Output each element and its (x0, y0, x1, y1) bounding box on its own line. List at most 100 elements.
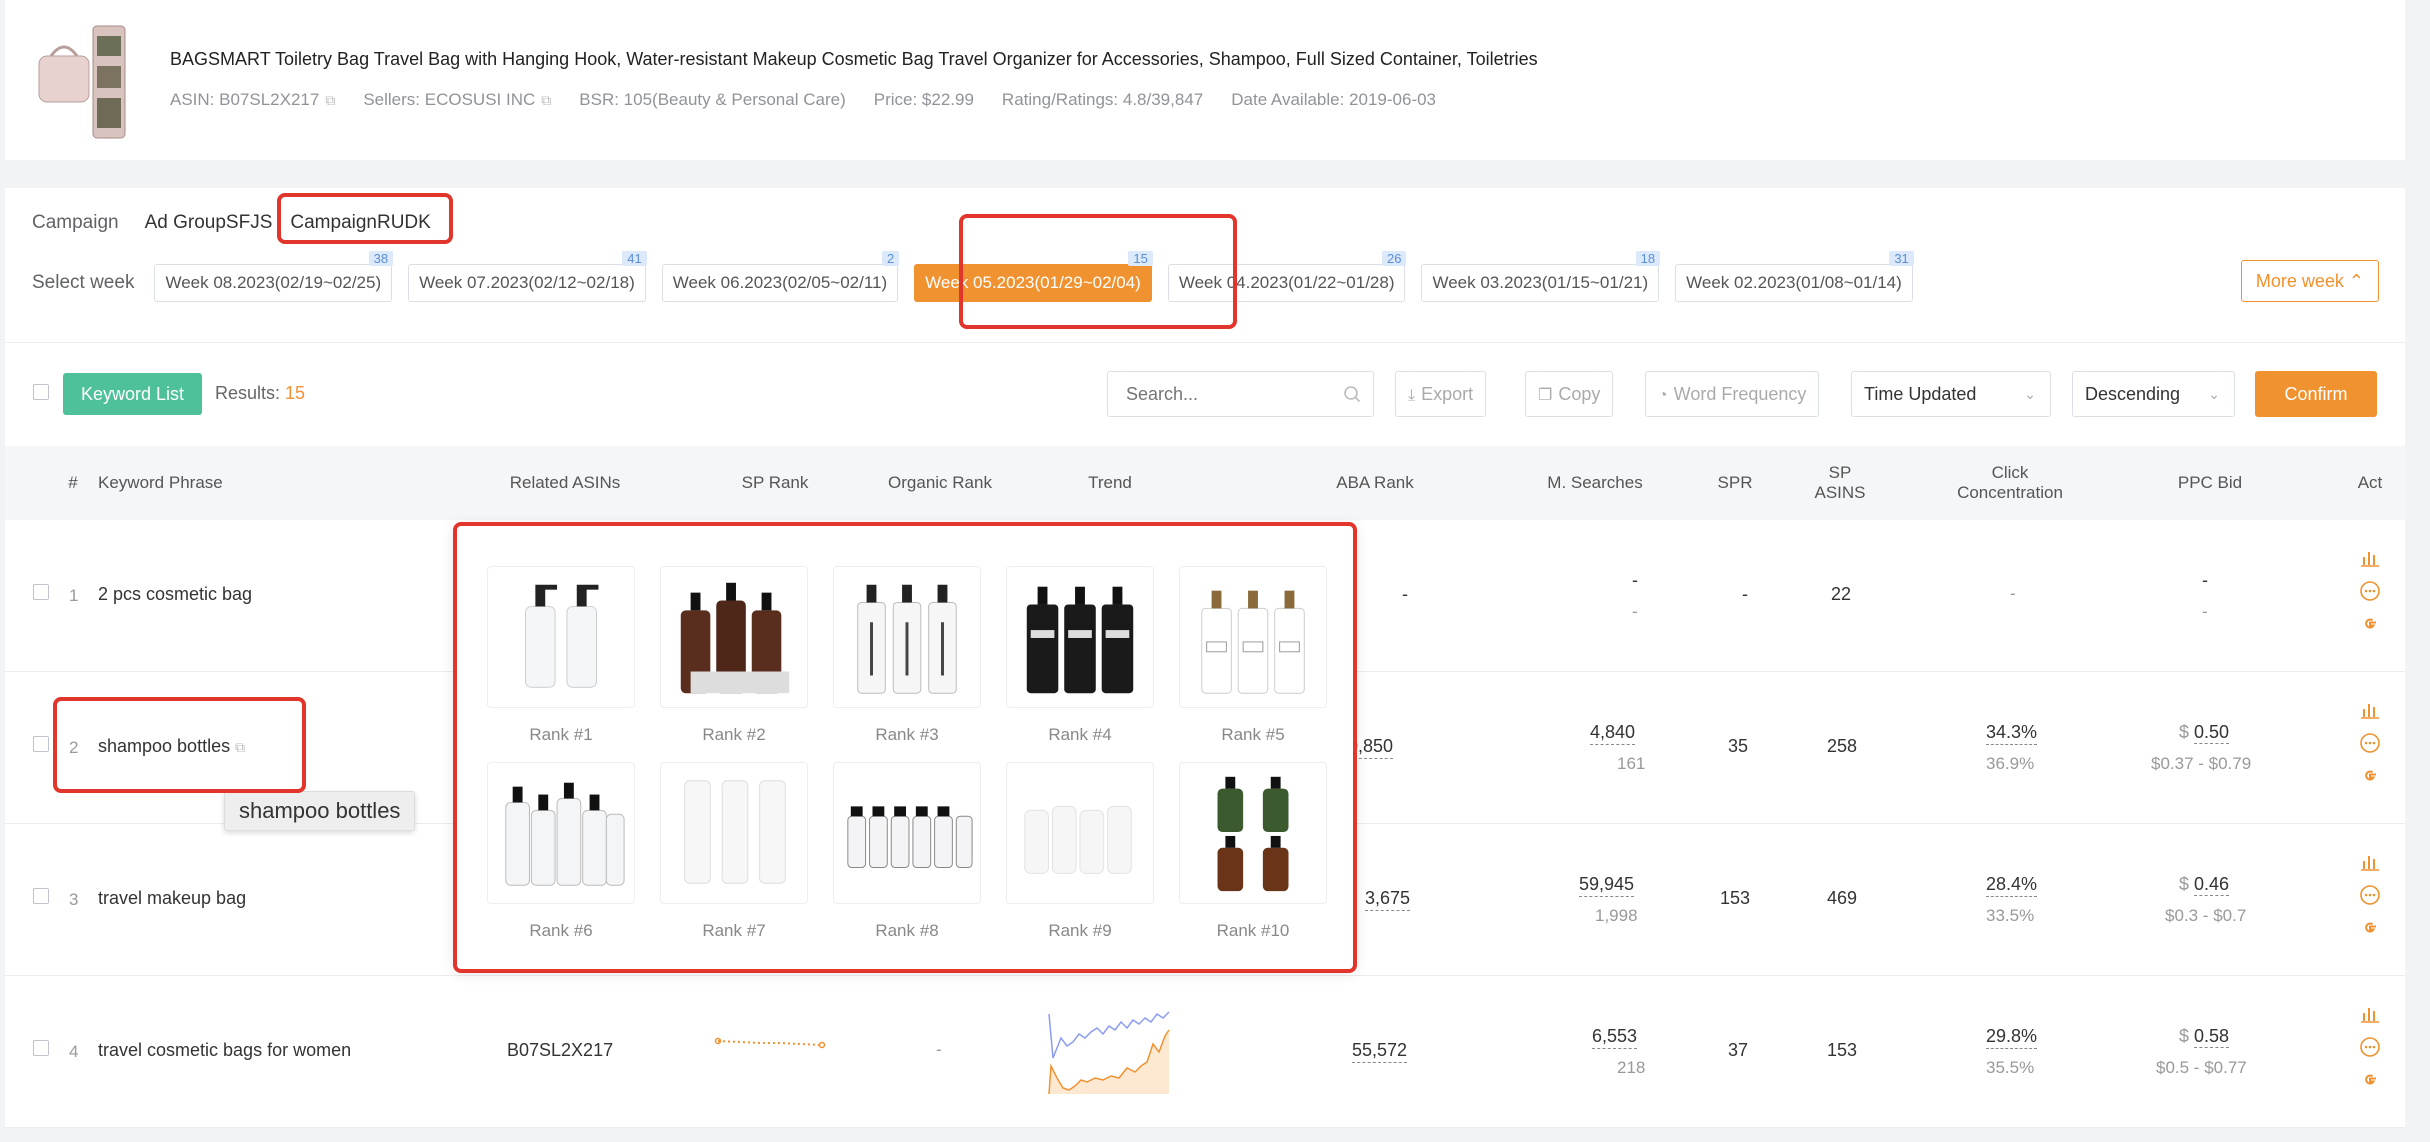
week-08[interactable]: Week 08.2023(02/19~02/25) 38 (154, 251, 394, 302)
word-frequency-button[interactable]: ◔ Word Frequency (1645, 371, 1820, 417)
download-icon: ⤓ (1408, 387, 1416, 404)
chevron-down-icon: ⌄ (2024, 386, 2036, 402)
keyword-phrase[interactable]: 2 pcs cosmetic bag (98, 584, 252, 605)
select-all-checkbox[interactable] (33, 384, 49, 400)
rank-card[interactable]: Rank #1 (487, 566, 635, 745)
click-concentration-sub: 36.9% (1986, 754, 2035, 773)
more-week-button[interactable]: More week ⌃ (2240, 260, 2379, 302)
bar-chart-icon[interactable] (2360, 548, 2380, 568)
bar-chart-icon[interactable] (2360, 852, 2380, 872)
rating: Rating/Ratings: 4.8/39,847 (1001, 90, 1204, 109)
product-image (1179, 762, 1327, 904)
row-actions (2355, 1004, 2385, 1102)
search-input[interactable] (1126, 372, 1336, 416)
week-count-badge: 31 (1889, 251, 1914, 266)
ppc-bid: $ 0.46 (2179, 874, 2230, 896)
confirm-button[interactable]: Confirm (2255, 371, 2377, 417)
search-icon[interactable] (1343, 385, 1361, 403)
rank-label: Rank #5 (1221, 725, 1285, 744)
row-index: 1 (69, 586, 79, 605)
google-icon[interactable] (2360, 1070, 2380, 1090)
click-concentration-sub: 33.5% (1986, 906, 2035, 925)
sp-asins: 153 (1827, 1040, 1858, 1060)
week-count-badge: 38 (368, 251, 394, 266)
week-05[interactable]: Week 05.2023(01/29~02/04) 15 (914, 251, 1153, 302)
spr: 35 (1728, 736, 1749, 756)
organic-rank: - (936, 1040, 942, 1059)
bar-chart-icon[interactable] (2360, 700, 2380, 720)
results-count: Results: 15 (215, 383, 306, 403)
bar-chart-icon[interactable] (2360, 1004, 2380, 1024)
rank-label: Rank #3 (875, 725, 939, 744)
row-checkbox[interactable] (33, 1040, 49, 1056)
related-asin[interactable]: B07SL2X217 (507, 1040, 613, 1061)
col-keyword: Keyword Phrase (98, 473, 223, 492)
week-02[interactable]: Week 02.2023(01/08~01/14) 31 (1675, 251, 1914, 302)
row-checkbox[interactable] (33, 584, 49, 600)
rank-card[interactable]: Rank #9 (1006, 762, 1154, 941)
table-row: 4 travel cosmetic bags for women B07SL2X… (5, 976, 2405, 1128)
row-index: 4 (69, 1042, 79, 1061)
week-07[interactable]: Week 07.2023(02/12~02/18) 41 (408, 251, 647, 302)
row-actions (2355, 852, 2385, 950)
week-03[interactable]: Week 03.2023(01/15~01/21) 18 (1421, 251, 1661, 302)
select-week-label: Select week (32, 272, 135, 293)
product-image (1006, 566, 1154, 708)
keyword-phrase[interactable]: travel makeup bag (98, 888, 246, 909)
week-06[interactable]: Week 06.2023(02/05~02/11) 2 (661, 251, 900, 302)
product-meta: ASIN: B07SL2X217 ⧉ Sellers: ECOSUSI INC ⧉ … (170, 90, 1436, 110)
sp-asins: 22 (1831, 584, 1852, 604)
click-concentration: 29.8% (1986, 1026, 2038, 1049)
row-checkbox[interactable] (33, 736, 49, 752)
row-checkbox[interactable] (33, 888, 49, 904)
table-header: # Keyword Phrase Related ASINs SP Rank O… (5, 446, 2405, 520)
rank-card[interactable]: Rank #10 (1179, 762, 1327, 941)
keyword-list-button[interactable]: Keyword List (63, 373, 202, 415)
sort-field-select[interactable]: Time Updated ⌄ (1851, 371, 2051, 417)
row-actions (2355, 548, 2385, 646)
aba-rank: 3,675 (1365, 888, 1411, 911)
week-count-badge: 18 (1635, 251, 1661, 266)
week-04[interactable]: Week 04.2023(01/22~01/28) 26 (1167, 251, 1407, 302)
more-options-icon[interactable] (2359, 1036, 2381, 1058)
rank-card[interactable]: Rank #7 (660, 762, 808, 941)
rank-card[interactable]: Rank #2 (660, 566, 808, 745)
spr: - (1742, 584, 1748, 604)
sp-rank-sparkline (714, 1037, 826, 1049)
google-icon[interactable] (2360, 766, 2380, 786)
more-options-icon[interactable] (2359, 884, 2381, 906)
rank-label: Rank #9 (1048, 921, 1112, 940)
monthly-searches: 6,553 (1592, 1026, 1638, 1049)
more-options-icon[interactable] (2359, 732, 2381, 754)
row-index: 3 (69, 890, 79, 909)
asin-link[interactable]: ASIN: B07SL2X217 ⧉ (170, 90, 335, 110)
trend-chart[interactable] (1045, 1008, 1175, 1098)
rank-label: Rank #1 (529, 725, 593, 744)
rank-card[interactable]: Rank #8 (833, 762, 981, 941)
product-image (660, 566, 808, 708)
monthly-searches: 4,840 (1590, 722, 1636, 745)
export-button[interactable]: ⤓ Export (1395, 371, 1487, 417)
rank-card[interactable]: Rank #3 (833, 566, 981, 745)
rank-label: Rank #7 (702, 921, 766, 940)
product-image (487, 762, 635, 904)
google-icon[interactable] (2360, 918, 2380, 938)
campaign-tab-rudk[interactable]: CampaignRUDK (290, 212, 430, 234)
rank-card[interactable]: Rank #6 (487, 762, 635, 941)
rank-card[interactable]: Rank #4 (1006, 566, 1154, 745)
external-link-icon[interactable]: ⧉ (235, 739, 245, 755)
ppc-bid: $ 0.58 (2179, 1026, 2230, 1048)
more-options-icon[interactable] (2359, 580, 2381, 602)
seller-link[interactable]: Sellers: ECOSUSI INC ⧉ (363, 90, 551, 110)
keyword-phrase[interactable]: shampoo bottles ⧉ (98, 736, 245, 757)
keyword-phrase[interactable]: travel cosmetic bags for women (98, 1040, 351, 1061)
sort-order-select[interactable]: Descending ⌄ (2072, 371, 2235, 417)
row-actions (2355, 700, 2385, 798)
click-concentration-sub: 35.5% (1986, 1058, 2035, 1077)
aba-rank: - (1402, 584, 1408, 604)
col-ppc-bid: PPC Bid (2177, 473, 2243, 492)
campaign-tab-adgroup[interactable]: Ad GroupSFJS (145, 212, 273, 234)
rank-card[interactable]: Rank #5 (1179, 566, 1327, 745)
google-icon[interactable] (2360, 614, 2380, 634)
copy-button[interactable]: ❐ Copy (1525, 371, 1614, 417)
